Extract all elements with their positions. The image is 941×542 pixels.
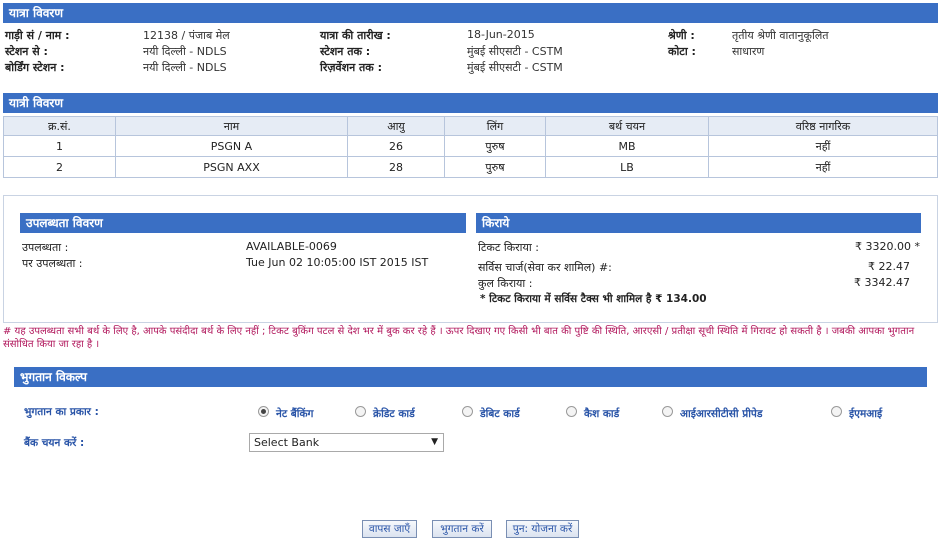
cell-name: PSGN A xyxy=(115,135,348,157)
to-station-value: मुंबई सीएसटी - CSTM xyxy=(467,45,563,58)
cell-gender: पुरुष xyxy=(444,156,546,178)
col-senior: वरिष्ठ नागरिक xyxy=(708,116,938,136)
cell-age: 28 xyxy=(347,156,445,178)
col-name: नाम xyxy=(115,116,348,136)
cell-berth: MB xyxy=(545,135,709,157)
train-label: गाड़ी सं / नाम : xyxy=(5,29,70,42)
journey-date-value: 18-Jun-2015 xyxy=(467,28,535,41)
quota-label: कोटा : xyxy=(668,45,696,58)
option-irctc-prepaid-label[interactable]: आईआरसीटीसी प्रीपेड xyxy=(680,407,763,421)
col-serial: क्र.सं. xyxy=(3,116,116,136)
quota-value: साधारण xyxy=(732,45,765,58)
radio-irctc-prepaid[interactable] xyxy=(662,406,673,417)
from-station-value: नयी दिल्ली - NDLS xyxy=(143,45,227,58)
col-age: आयु xyxy=(347,116,445,136)
availability-header: उपलब्धता विवरण xyxy=(20,213,466,233)
bank-select-label: बैंक चयन करें : xyxy=(24,437,85,449)
fare-header: किराये xyxy=(476,213,921,233)
back-button[interactable]: वापस जाएँ xyxy=(362,520,417,538)
radio-net-banking[interactable] xyxy=(258,406,269,417)
total-fare-label: कुल किराया : xyxy=(478,277,533,290)
radio-credit-card[interactable] xyxy=(355,406,366,417)
cell-berth: LB xyxy=(545,156,709,178)
col-gender: लिंग xyxy=(444,116,546,136)
radio-cash-card[interactable] xyxy=(566,406,577,417)
payment-type-label: भुगतान का प्रकार : xyxy=(24,406,99,418)
option-net-banking-label[interactable]: नेट बैंकिंग xyxy=(276,407,313,421)
option-credit-card-label[interactable]: क्रेडिट कार्ड xyxy=(373,407,415,421)
pay-button[interactable]: भुगतान करें xyxy=(432,520,492,538)
availability-asof-value: Tue Jun 02 10:05:00 IST 2015 IST xyxy=(246,256,429,269)
ticket-fare-value: ₹ 3320.00 * xyxy=(855,240,920,253)
reservation-upto-value: मुंबई सीएसटी - CSTM xyxy=(467,61,563,74)
radio-emi[interactable] xyxy=(831,406,842,417)
class-value: तृतीय श्रेणी वातानुकूलित xyxy=(732,29,829,42)
dropdown-arrow-icon: ▼ xyxy=(431,437,438,447)
cell-name: PSGN AXX xyxy=(115,156,348,178)
cell-serial: 2 xyxy=(3,156,116,178)
table-row: 2 PSGN AXX 28 पुरुष LB नहीं xyxy=(3,156,938,178)
service-charge-label: सर्विस चार्ज(सेवा कर शामिल) #: xyxy=(478,261,612,274)
class-label: श्रेणी : xyxy=(668,29,695,42)
radio-debit-card[interactable] xyxy=(462,406,473,417)
ticket-fare-label: टिकट किराया : xyxy=(478,241,539,254)
cell-senior: नहीं xyxy=(708,156,938,178)
table-row: 1 PSGN A 26 पुरुष MB नहीं xyxy=(3,135,938,157)
option-debit-card-label[interactable]: डेबिट कार्ड xyxy=(480,407,520,421)
availability-value: AVAILABLE-0069 xyxy=(246,240,337,253)
availability-label: उपलब्धता : xyxy=(22,241,69,254)
service-charge-value: ₹ 22.47 xyxy=(868,260,910,273)
cell-age: 26 xyxy=(347,135,445,157)
total-fare-value: ₹ 3342.47 xyxy=(854,276,910,289)
availability-disclaimer: # यह उपलब्धता सभी बर्थ के लिए है, आपके प… xyxy=(3,326,915,350)
cell-senior: नहीं xyxy=(708,135,938,157)
bank-select-value: Select Bank xyxy=(254,436,320,449)
payment-options-header: भुगतान विकल्प xyxy=(14,367,927,387)
journey-details-header: यात्रा विवरण xyxy=(3,3,938,23)
passenger-table: क्र.सं. नाम आयु लिंग बर्थ चयन वरिष्ठ नाग… xyxy=(3,116,938,178)
to-station-label: स्टेशन तक : xyxy=(320,45,371,58)
cell-serial: 1 xyxy=(3,135,116,157)
train-value: 12138 / पंजाब मेल xyxy=(143,29,230,42)
from-station-label: स्टेशन से : xyxy=(5,45,48,58)
passenger-table-header-row: क्र.सं. नाम आयु लिंग बर्थ चयन वरिष्ठ नाग… xyxy=(3,116,938,136)
boarding-station-label: बोर्डिंग स्टेशन : xyxy=(5,61,65,74)
option-cash-card-label[interactable]: कैश कार्ड xyxy=(584,407,619,421)
service-tax-note: * टिकट किराया में सर्विस टैक्स भी शामिल … xyxy=(480,293,707,305)
availability-asof-label: पर उपलब्धता : xyxy=(22,257,83,270)
passenger-details-header: यात्री विवरण xyxy=(3,93,938,113)
col-berth: बर्थ चयन xyxy=(545,116,709,136)
journey-date-label: यात्रा की तारीख : xyxy=(320,29,391,42)
cell-gender: पुरुष xyxy=(444,135,546,157)
reservation-upto-label: रिज़र्वेशन तक : xyxy=(320,61,382,74)
replan-button[interactable]: पुन: योजना करें xyxy=(506,520,579,538)
option-emi-label[interactable]: ईएमआई xyxy=(849,407,882,421)
boarding-station-value: नयी दिल्ली - NDLS xyxy=(143,61,227,74)
bank-select-dropdown[interactable]: Select Bank ▼ xyxy=(249,433,444,452)
